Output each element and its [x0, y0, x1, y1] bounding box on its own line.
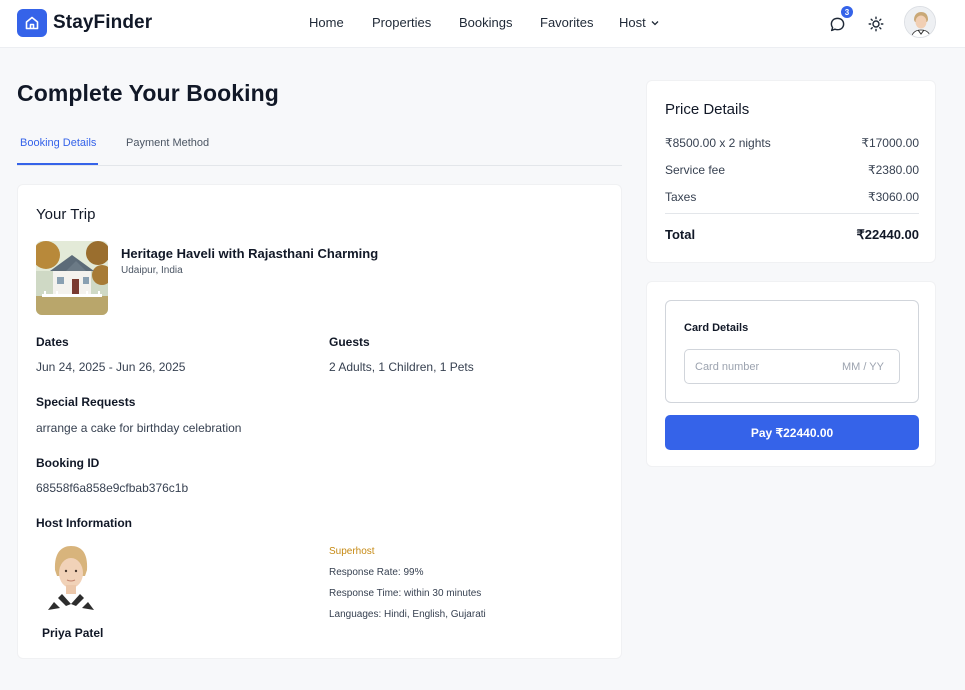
price-row-label: Taxes: [665, 190, 697, 204]
price-row-label: Service fee: [665, 163, 726, 177]
total-label: Total: [665, 227, 696, 242]
main-nav: Home Properties Bookings Favorites Host: [0, 15, 965, 33]
nav-properties[interactable]: Properties: [372, 15, 431, 30]
property-location: Udaipur, India: [121, 265, 183, 276]
property-name: Heritage Haveli with Rajasthani Charming: [121, 246, 379, 261]
total-value: ₹22440.00: [856, 227, 920, 242]
price-row-value: ₹2380.00: [867, 163, 919, 177]
price-total-row: Total ₹22440.00: [665, 227, 919, 243]
trip-card: Your Trip Heritage Haveli with Rajasthan…: [17, 184, 622, 659]
card-expiry-placeholder: MM / YY: [842, 360, 884, 373]
top-navbar: StayFinder Home Properties Bookings Favo…: [0, 0, 965, 48]
host-languages: Languages: Hindi, English, Gujarati: [329, 609, 486, 620]
price-row-service-fee: Service fee ₹2380.00: [665, 163, 919, 177]
host-response-time: Response Time: within 30 minutes: [329, 588, 482, 599]
guests-value: 2 Adults, 1 Children, 1 Pets: [329, 360, 474, 374]
card-number-input[interactable]: Card number MM / YY: [684, 349, 900, 384]
property-image[interactable]: [36, 241, 108, 315]
dates-label: Dates: [36, 335, 69, 349]
booking-id-label: Booking ID: [36, 456, 100, 470]
booking-id-value: 68558f6a858e9cfbab376c1b: [36, 481, 189, 495]
active-tab-indicator: [17, 163, 98, 165]
card-number-placeholder: Card number: [695, 360, 760, 373]
tab-payment-method[interactable]: Payment Method: [126, 137, 209, 149]
card-details-title: Card Details: [684, 322, 749, 334]
host-avatar[interactable]: [40, 540, 102, 616]
message-count-badge: 3: [841, 6, 853, 18]
price-row-value: ₹3060.00: [867, 190, 919, 204]
superhost-badge: Superhost: [329, 546, 375, 557]
nav-host-label: Host: [619, 15, 646, 30]
price-row-value: ₹17000.00: [861, 136, 919, 150]
special-requests-label: Special Requests: [36, 395, 136, 409]
price-details-title: Price Details: [665, 101, 750, 118]
pay-button[interactable]: Pay ₹22440.00: [665, 415, 919, 450]
nav-host-dropdown[interactable]: Host: [619, 15, 660, 30]
price-row-label: ₹8500.00 x 2 nights: [665, 136, 771, 150]
nav-favorites[interactable]: Favorites: [540, 15, 593, 30]
host-response-rate: Response Rate: 99%: [329, 567, 424, 578]
booking-tabs: Booking Details Payment Method: [17, 129, 622, 166]
tab-booking-details[interactable]: Booking Details: [20, 137, 96, 149]
nav-home[interactable]: Home: [309, 15, 344, 30]
guests-label: Guests: [329, 335, 370, 349]
price-row-nights: ₹8500.00 x 2 nights ₹17000.00: [665, 136, 919, 150]
host-info-label: Host Information: [36, 516, 132, 530]
price-details-card: Price Details ₹8500.00 x 2 nights ₹17000…: [646, 80, 936, 263]
special-requests-value: arrange a cake for birthday celebration: [36, 421, 242, 435]
chevron-down-icon: [650, 18, 660, 28]
payment-card: Card Details Card number MM / YY Pay ₹22…: [646, 281, 936, 467]
sun-icon[interactable]: [865, 13, 887, 35]
card-details-box: Card Details Card number MM / YY: [665, 300, 919, 403]
trip-title: Your Trip: [36, 206, 96, 223]
dates-value: Jun 24, 2025 - Jun 26, 2025: [36, 360, 186, 374]
nav-bookings[interactable]: Bookings: [459, 15, 512, 30]
host-name: Priya Patel: [42, 626, 104, 640]
user-avatar[interactable]: [904, 6, 936, 38]
price-divider: [665, 213, 919, 214]
page-title: Complete Your Booking: [17, 80, 279, 106]
price-row-taxes: Taxes ₹3060.00: [665, 190, 919, 204]
